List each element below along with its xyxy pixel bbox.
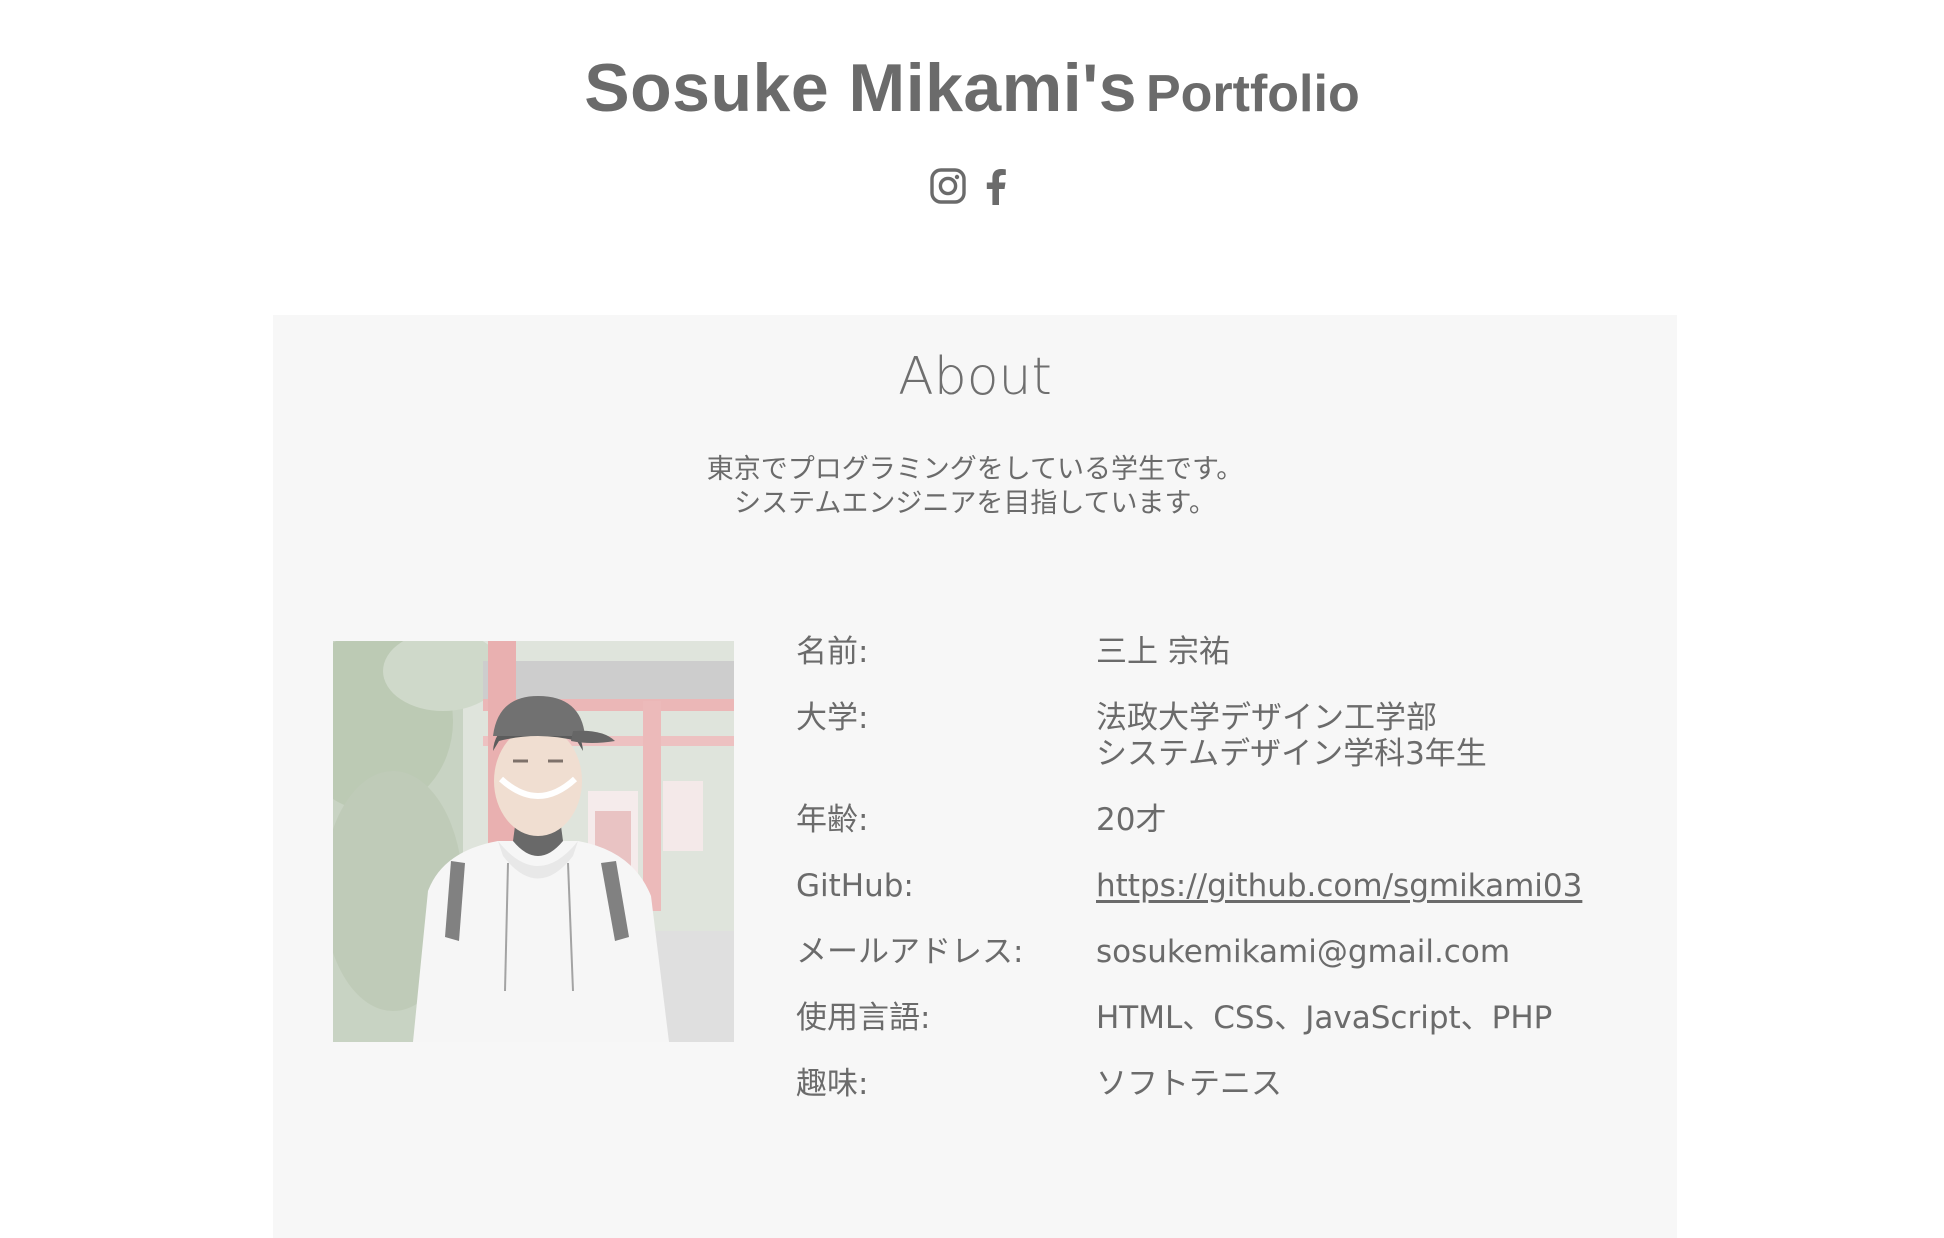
about-intro-line: システムエンジニアを目指しています。 (734, 488, 1216, 519)
facebook-icon (986, 169, 1006, 205)
profile-value-hobby: ソフトテニス (1096, 1066, 1282, 1102)
profile-value-university-line: 法政大学デザイン工学部 (1096, 700, 1437, 736)
profile-label-university: 大学: (796, 700, 869, 736)
profile-photo (333, 641, 734, 1042)
social-links (0, 164, 1944, 208)
profile-value-name: 三上 宗祐 (1096, 634, 1230, 670)
profile-row-age: 年齢: 20才 (796, 802, 1636, 838)
instagram-icon (930, 168, 966, 204)
about-heading: About (898, 347, 1052, 407)
facebook-link[interactable] (977, 164, 1015, 208)
profile-label-name: 名前: (796, 634, 869, 670)
profile-photo-illustration (333, 641, 734, 1042)
profile-row-hobby: 趣味: ソフトテニス (796, 1066, 1636, 1102)
profile-value-age: 20才 (1096, 802, 1167, 838)
site-title-suffix: Portfolio (1145, 65, 1360, 123)
profile-label-github: GitHub: (796, 868, 914, 904)
profile-label-hobby: 趣味: (796, 1066, 869, 1102)
profile-label-email: メールアドレス: (796, 934, 1024, 970)
profile-row-languages: 使用言語: HTML、CSS、JavaScript、PHP (796, 1000, 1636, 1036)
profile-row-github: GitHub: https://github.com/sgmikami03 (796, 868, 1636, 904)
profile-value-languages: HTML、CSS、JavaScript、PHP (1096, 1000, 1553, 1036)
site-title: Sosuke Mikami's Portfolio (0, 48, 1944, 140)
portfolio-page: Sosuke Mikami's Portfolio About 東京でプログラミ… (0, 0, 1944, 1238)
profile-label-age: 年齢: (796, 802, 869, 838)
about-section: About 東京でプログラミングをしている学生です。 システムエンジニアを目指し… (273, 315, 1677, 1238)
profile-label-languages: 使用言語: (796, 1000, 931, 1036)
profile-value-github: https://github.com/sgmikami03 (1096, 868, 1636, 904)
profile-value-university-line: システムデザイン学科3年生 (1096, 736, 1487, 772)
site-title-name: Sosuke Mikami's (584, 50, 1138, 126)
about-intro: 東京でプログラミングをしている学生です。 システムエンジニアを目指しています。 (273, 453, 1677, 521)
about-intro-line: 東京でプログラミングをしている学生です。 (706, 454, 1244, 485)
profile-row-university: 大学: 法政大学デザイン工学部 システムデザイン学科3年生 (796, 700, 1636, 772)
profile-value-email: sosukemikami@gmail.com (1096, 934, 1511, 970)
profile-details: 名前: 三上 宗祐 大学: 法政大学デザイン工学部 システムデザイン学科3年生 … (796, 634, 1636, 1102)
instagram-link[interactable] (929, 164, 967, 208)
github-link[interactable]: https://github.com/sgmikami03 (1096, 868, 1582, 904)
profile-row-email: メールアドレス: sosukemikami@gmail.com (796, 934, 1636, 970)
profile-value-university: 法政大学デザイン工学部 システムデザイン学科3年生 (1096, 700, 1636, 772)
profile-row-name: 名前: 三上 宗祐 (796, 634, 1636, 670)
